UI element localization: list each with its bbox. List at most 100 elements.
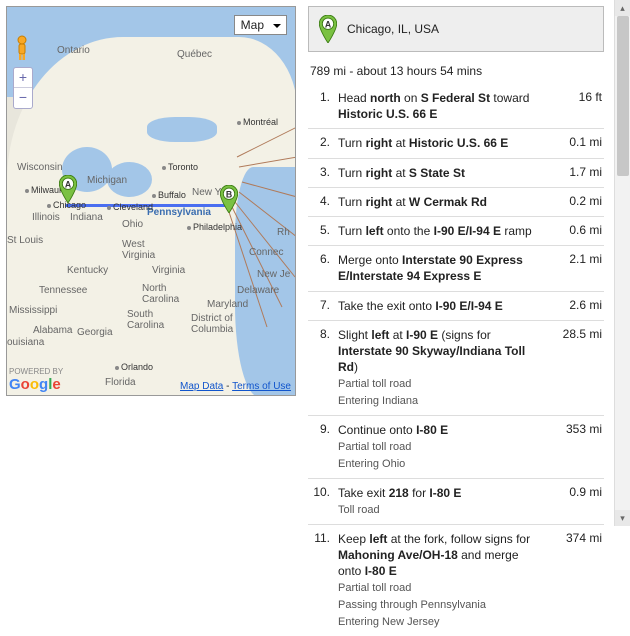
zoom-control: + −	[13, 67, 33, 109]
step-distance: 0.1 mi	[552, 135, 602, 151]
step-text: Take exit 218 for I-80 EToll road	[338, 485, 544, 518]
step-text: Take the exit onto I-90 E/I-94 E	[338, 298, 544, 314]
region-label: District ofColumbia	[191, 313, 233, 335]
map-attribution: Map Data - Terms of Use	[180, 381, 291, 392]
scrollbar[interactable]: ▴ ▾	[614, 0, 630, 526]
step-text: Merge onto Interstate 90 Express E/Inter…	[338, 252, 544, 284]
direction-step[interactable]: 10. Take exit 218 for I-80 EToll road0.9 …	[308, 478, 604, 524]
region-label: Illinois	[32, 212, 60, 223]
marker-a[interactable]: A	[59, 175, 77, 203]
marker-b[interactable]: B	[220, 185, 238, 213]
region-label: ouisiana	[7, 337, 44, 348]
step-distance: 2.6 mi	[552, 298, 602, 314]
step-distance: 0.9 mi	[552, 485, 602, 518]
step-text: Head north on S Federal St toward Histor…	[338, 90, 544, 122]
directions-list: 1.Head north on S Federal St toward Hist…	[308, 84, 604, 636]
step-number: 7.	[310, 298, 330, 314]
scroll-down-button[interactable]: ▾	[615, 510, 630, 526]
zoom-out-button[interactable]: −	[14, 88, 32, 108]
city-label: Cleveland	[107, 202, 153, 212]
step-number: 2.	[310, 135, 330, 151]
origin-label: Chicago, IL, USA	[347, 22, 439, 36]
region-label: Mississippi	[9, 305, 57, 316]
direction-step[interactable]: 4. Turn right at W Cermak Rd 0.2 mi	[308, 187, 604, 216]
direction-step[interactable]: 2. Turn right at Historic U.S. 66 E 0.1 mi	[308, 128, 604, 157]
step-text: Continue onto I-80 EPartial toll roadEnt…	[338, 422, 544, 472]
zoom-in-button[interactable]: +	[14, 68, 32, 88]
city-label: Montréal	[237, 117, 278, 127]
region-label: New Je	[257, 269, 290, 280]
city-label: Toronto	[162, 162, 198, 172]
region-label: Ohio	[122, 219, 143, 230]
region-label: Ontario	[57, 45, 90, 56]
direction-step[interactable]: 7. Take the exit onto I-90 E/I-94 E 2.6 mi	[308, 291, 604, 320]
direction-step[interactable]: 8.Slight left at I-90 E (signs for Inter…	[308, 320, 604, 415]
svg-text:B: B	[226, 189, 232, 199]
region-label: Virginia	[152, 265, 185, 276]
terms-link[interactable]: Terms of Use	[232, 381, 291, 392]
pegman-icon[interactable]	[13, 35, 31, 61]
step-distance: 2.1 mi	[552, 252, 602, 284]
region-label: Maryland	[207, 299, 248, 310]
region-label: St Louis	[7, 235, 43, 246]
direction-step[interactable]: 11. Keep left at the fork, follow signs f…	[308, 524, 604, 636]
region-label: Québec	[177, 49, 212, 60]
region-label: Delaware	[237, 285, 279, 296]
direction-step[interactable]: 3.Turn right at S State St1.7 mi	[308, 158, 604, 187]
marker-a-icon: A	[319, 15, 337, 43]
step-number: 9.	[310, 422, 330, 472]
map-pane[interactable]: Ontario Québec Wisconsin Michigan Illino…	[6, 6, 296, 396]
region-label: Rh	[277, 227, 290, 238]
step-distance: 28.5 mi	[552, 327, 602, 409]
region-label: Indiana	[70, 212, 103, 223]
map-data-link[interactable]: Map Data	[180, 381, 223, 392]
direction-step[interactable]: 6.Merge onto Interstate 90 Express E/Int…	[308, 245, 604, 290]
step-distance: 0.2 mi	[552, 194, 602, 210]
step-text: Keep left at the fork, follow signs for …	[338, 531, 544, 630]
svg-text:A: A	[325, 19, 332, 29]
region-label: Tennessee	[39, 285, 87, 296]
region-label: Wisconsin	[17, 162, 63, 173]
step-number: 5.	[310, 223, 330, 239]
map-type-selector[interactable]: Map	[234, 15, 287, 35]
step-distance: 374 mi	[552, 531, 602, 630]
step-text: Turn right at W Cermak Rd	[338, 194, 544, 210]
route-summary: 789 mi - about 13 hours 54 mins	[310, 64, 602, 78]
origin-box[interactable]: A Chicago, IL, USA	[308, 6, 604, 52]
step-text: Turn left onto the I-90 E/I-94 E ramp	[338, 223, 544, 239]
region-label: Connec	[249, 247, 283, 258]
region-label: Michigan	[87, 175, 127, 186]
step-distance: 16 ft	[552, 90, 602, 122]
scroll-up-button[interactable]: ▴	[615, 0, 630, 16]
region-label: Florida	[105, 377, 136, 388]
step-number: 4.	[310, 194, 330, 210]
region-label: WestVirginia	[122, 239, 155, 261]
direction-step[interactable]: 9.Continue onto I-80 EPartial toll roadE…	[308, 415, 604, 478]
region-label: Georgia	[77, 327, 113, 338]
step-number: 10.	[310, 485, 330, 518]
step-text: Turn right at Historic U.S. 66 E	[338, 135, 544, 151]
map-credit: POWERED BY Google	[9, 367, 63, 393]
region-label: Kentucky	[67, 265, 108, 276]
step-number: 11.	[310, 531, 330, 630]
direction-step[interactable]: 1.Head north on S Federal St toward Hist…	[308, 84, 604, 128]
step-number: 6.	[310, 252, 330, 284]
region-label: SouthCarolina	[127, 309, 164, 331]
step-number: 1.	[310, 90, 330, 122]
svg-text:A: A	[65, 179, 72, 189]
step-number: 8.	[310, 327, 330, 409]
step-distance: 1.7 mi	[552, 165, 602, 181]
step-text: Slight left at I-90 E (signs for Interst…	[338, 327, 544, 409]
city-label: Orlando	[115, 362, 153, 372]
region-label: Pennsylvania	[147, 207, 211, 218]
city-label: Buffalo	[152, 190, 186, 200]
step-distance: 353 mi	[552, 422, 602, 472]
scroll-thumb[interactable]	[617, 16, 629, 176]
region-label: Alabama	[33, 325, 72, 336]
step-distance: 0.6 mi	[552, 223, 602, 239]
direction-step[interactable]: 5. Turn left onto the I-90 E/I-94 E ramp 0…	[308, 216, 604, 245]
directions-panel: A Chicago, IL, USA 789 mi - about 13 hou…	[308, 6, 604, 520]
step-number: 3.	[310, 165, 330, 181]
city-label: Philadelphia	[187, 222, 242, 232]
region-label: NorthCarolina	[142, 283, 179, 305]
